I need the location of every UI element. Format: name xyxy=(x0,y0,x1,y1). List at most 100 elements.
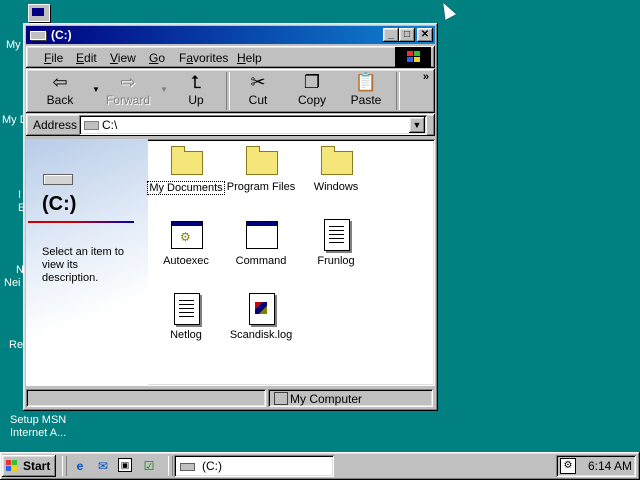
desktop-label-my-computer[interactable]: My xyxy=(6,39,21,51)
desktop-label-setup-msn[interactable]: Setup MSN xyxy=(10,414,66,426)
menu-view-rest: iew xyxy=(117,51,136,65)
file-item[interactable]: Command xyxy=(221,219,301,267)
menu-view[interactable]: View xyxy=(110,51,136,65)
info-pane-description: Select an item to view its description. xyxy=(42,246,124,284)
menu-go-rest: o xyxy=(158,51,166,65)
close-button[interactable]: ✕ xyxy=(417,28,433,42)
status-right-panel: My Computer xyxy=(268,389,433,407)
outlook-express-icon[interactable]: ✉ xyxy=(95,458,111,474)
minimize-button[interactable]: _ xyxy=(383,28,399,42)
file-item[interactable]: My Documents xyxy=(146,145,226,195)
forward-dropdown-icon[interactable]: ▼ xyxy=(160,85,168,94)
paste-button[interactable]: 📋 Paste xyxy=(340,71,392,111)
drive-icon xyxy=(30,31,46,40)
file-item[interactable]: Frunlog xyxy=(296,219,376,267)
up-button[interactable]: ⮤ Up xyxy=(170,71,222,111)
file-item[interactable]: Program Files xyxy=(221,145,301,193)
program-icon xyxy=(244,219,278,249)
folder-open-icon xyxy=(169,145,203,175)
toolbar-more-chevron-icon[interactable]: » xyxy=(423,71,429,83)
show-desktop-icon[interactable]: ▣ xyxy=(118,458,132,472)
menu-edit[interactable]: Edit xyxy=(76,51,97,65)
scheduler-icon[interactable]: ⚙ xyxy=(560,458,576,474)
menu-go[interactable]: Go xyxy=(149,51,165,65)
file-item[interactable]: Windows xyxy=(296,145,376,193)
address-dropdown-button[interactable]: ▼ xyxy=(409,117,425,133)
address-bar: Address C:\ ▼ xyxy=(26,114,435,136)
file-item[interactable]: ⚙ Autoexec xyxy=(146,219,226,267)
internet-explorer-icon[interactable]: e xyxy=(72,458,88,474)
my-computer-icon xyxy=(274,392,288,405)
menu-edit-rest: dit xyxy=(84,51,97,65)
desktop-label-internet-access[interactable]: Internet A... xyxy=(10,427,66,439)
menu-help[interactable]: Help xyxy=(237,51,262,65)
drive-icon xyxy=(84,121,99,130)
forward-arrow-icon: ⇨ xyxy=(120,72,136,92)
desktop-shortcut-icon[interactable] xyxy=(28,4,50,22)
file-name: My Documents xyxy=(147,181,225,195)
taskbar-grip[interactable] xyxy=(168,456,173,476)
info-pane-title: (C:) xyxy=(42,193,77,215)
batch-file-icon: ⚙ xyxy=(169,219,203,249)
folder-icon xyxy=(244,145,278,175)
text-file-icon xyxy=(319,219,353,251)
info-pane-divider xyxy=(28,221,134,223)
clipboard-icon: 📋 xyxy=(354,72,378,92)
copy-button[interactable]: ❐ Copy xyxy=(286,71,338,111)
start-button[interactable]: Start xyxy=(2,455,56,477)
maximize-button[interactable]: □ xyxy=(399,28,415,42)
status-bar: My Computer xyxy=(26,388,435,408)
file-name: Program Files xyxy=(226,181,296,193)
desktop-label-neighborhood[interactable]: Nei xyxy=(4,277,21,289)
menu-bar: File Edit View Go Favorites Help xyxy=(26,46,435,68)
text-file-icon xyxy=(169,293,203,325)
start-label: Start xyxy=(23,459,51,473)
back-arrow-icon: ⇦ xyxy=(52,72,68,92)
folder-icon xyxy=(319,145,353,175)
address-field[interactable]: C:\ ▼ xyxy=(79,115,427,135)
copy-icon: ❐ xyxy=(303,72,321,92)
channels-icon[interactable]: ☑ xyxy=(141,458,157,474)
toolbar-separator xyxy=(396,72,400,110)
toolbar: ⇦ Back ▼ ⇨ Forward ▼ ⮤ Up ✂ Cut ❐ Copy 📋… xyxy=(26,69,435,113)
file-name: Netlog xyxy=(170,329,202,341)
back-dropdown-icon[interactable]: ▼ xyxy=(92,85,100,94)
windows-flag-icon xyxy=(6,460,18,472)
title-bar[interactable]: (C:) _ □ ✕ xyxy=(26,26,435,44)
scissors-icon: ✂ xyxy=(250,72,266,92)
file-name: Command xyxy=(235,255,287,267)
hard-drive-icon xyxy=(43,174,73,185)
file-item[interactable]: Scandisk.log xyxy=(221,293,301,341)
file-item[interactable]: Netlog xyxy=(146,293,226,341)
forward-button[interactable]: ⇨ Forward xyxy=(102,71,154,111)
file-view[interactable]: (C:) Select an item to view its descript… xyxy=(26,139,435,386)
menu-favorites[interactable]: Favorites xyxy=(179,51,228,65)
cut-button[interactable]: ✂ Cut xyxy=(232,71,284,111)
taskbar: Start e ✉ ▣ ☑ (C:) ⚙ 6:14 AM xyxy=(0,452,640,480)
menu-file[interactable]: File xyxy=(44,51,63,65)
address-value[interactable]: C:\ xyxy=(102,118,117,132)
file-name: Autoexec xyxy=(163,255,209,267)
file-name: Scandisk.log xyxy=(229,329,293,341)
explorer-window[interactable]: (C:) _ □ ✕ File Edit View Go Favorites H… xyxy=(23,23,438,411)
file-name: Frunlog xyxy=(317,255,355,267)
menu-help-rest: elp xyxy=(245,51,262,65)
mouse-cursor-icon xyxy=(437,0,457,20)
back-button[interactable]: ⇦ Back xyxy=(34,71,86,111)
up-folder-icon: ⮤ xyxy=(190,72,202,92)
drive-icon xyxy=(180,463,195,471)
menu-favorites-rest: vorites xyxy=(193,51,229,65)
address-label: Address xyxy=(33,118,78,132)
taskbar-grip[interactable] xyxy=(62,456,67,476)
log-file-icon xyxy=(244,293,278,325)
clock[interactable]: 6:14 AM xyxy=(588,459,632,473)
menu-file-rest: ile xyxy=(51,51,64,65)
taskbar-button-label: (C:) xyxy=(202,459,222,473)
desktop-label-recycle-bin[interactable]: Re xyxy=(9,339,23,351)
toolbar-separator xyxy=(226,72,230,110)
window-title: (C:) xyxy=(51,28,72,42)
info-pane: (C:) Select an item to view its descript… xyxy=(26,139,148,386)
system-tray: ⚙ 6:14 AM xyxy=(556,455,636,477)
desktop-label-internet[interactable]: I xyxy=(18,189,21,201)
taskbar-button-drive-c[interactable]: (C:) xyxy=(174,455,334,477)
